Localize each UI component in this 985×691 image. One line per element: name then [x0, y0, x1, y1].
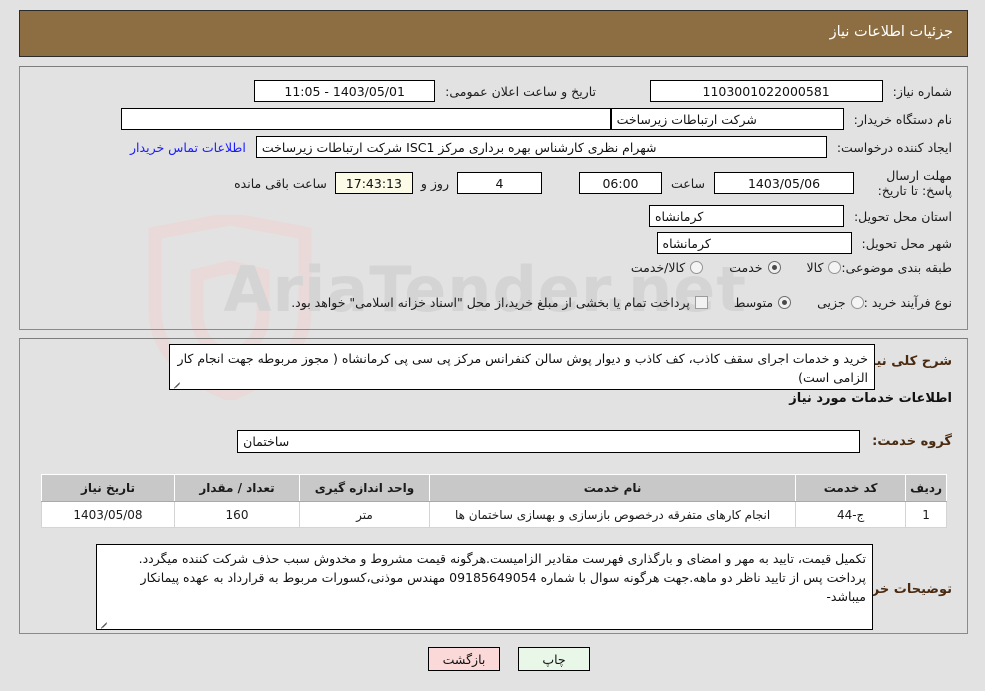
- general-desc-textarea[interactable]: خرید و خدمات اجرای سقف کاذب، کف کاذب و د…: [169, 344, 875, 390]
- th-unit: واحد اندازه گیری: [299, 474, 430, 502]
- cell-need-date: 1403/05/08: [41, 501, 175, 528]
- province-value: کرمانشاه: [648, 205, 844, 227]
- th-qty: تعداد / مقدار: [174, 474, 300, 502]
- category-option-kala-khedmat[interactable]: کالا/خدمت: [630, 260, 704, 275]
- th-service-code: کد خدمت: [795, 474, 907, 502]
- province-label: استان محل تحویل:: [853, 208, 952, 224]
- process-radio-motevaset[interactable]: [778, 296, 792, 309]
- deadline-date: 1403/05/06: [714, 172, 854, 194]
- treasury-checkbox-group[interactable]: پرداخت تمام یا بخشی از مبلغ خرید،از محل …: [291, 295, 708, 310]
- print-button[interactable]: چاپ: [518, 647, 590, 671]
- process-type-label: نوع فرآیند خرید :: [863, 295, 952, 310]
- cell-service-code: ج-44: [795, 501, 907, 528]
- th-row-no: ردیف: [905, 474, 947, 502]
- treasury-checkbox[interactable]: [694, 296, 708, 309]
- row-service-group: گروه خدمت: ساختمان: [237, 430, 952, 453]
- process-option-jozi[interactable]: جزیی: [817, 295, 864, 310]
- requester-label: ایجاد کننده درخواست:: [836, 139, 952, 155]
- row-city: شهر محل تحویل: کرمانشاه: [656, 232, 952, 254]
- deadline-days-label: روز و: [420, 175, 449, 191]
- services-heading: اطلاعات خدمات مورد نیاز: [789, 391, 952, 406]
- row-category: طبقه بندی موضوعی: کالا خدمت کالا/خدمت: [605, 260, 952, 275]
- category-radio-kala-khedmat[interactable]: [690, 261, 704, 274]
- resize-grip-icon[interactable]: [172, 378, 182, 388]
- deadline-remaining-label: ساعت باقی مانده: [234, 175, 327, 191]
- category-radio-kala[interactable]: [828, 261, 842, 274]
- services-table-wrap: ردیف کد خدمت نام خدمت واحد اندازه گیری ت…: [41, 474, 947, 528]
- process-option-jozi-label: جزیی: [817, 295, 846, 310]
- service-group-label: گروه خدمت:: [872, 434, 952, 449]
- requester-value: شهرام نظری کارشناس بهره برداری مرکز ISC1…: [255, 136, 827, 158]
- row-process-type: نوع فرآیند خرید : جزیی متوسط پرداخت تمام…: [285, 295, 952, 310]
- deadline-time-label: ساعت: [670, 175, 705, 191]
- cell-qty: 160: [174, 501, 300, 528]
- public-announce-value: 1403/05/01 - 11:05: [254, 80, 436, 102]
- buyer-org-label: نام دستگاه خریدار:: [853, 111, 952, 127]
- category-option-kala[interactable]: کالا: [807, 260, 842, 275]
- row-requester: ایجاد کننده درخواست: شهرام نظری کارشناس …: [130, 136, 952, 158]
- row-buyer-org: نام دستگاه خریدار: شرکت ارتباطات زیرساخت: [120, 108, 952, 130]
- summary-panel: [19, 66, 968, 330]
- cell-unit: متر: [299, 501, 430, 528]
- row-deadline: مهلت ارسال پاسخ: تا تاریخ: 1403/05/06 سا…: [234, 168, 952, 198]
- public-announce-label: تاریخ و ساعت اعلان عمومی:: [445, 83, 596, 99]
- row-province: استان محل تحویل: کرمانشاه: [648, 205, 952, 227]
- th-service-name: نام خدمت: [428, 474, 797, 502]
- buyer-contact-link[interactable]: اطلاعات تماس خریدار: [130, 140, 246, 155]
- process-radio-jozi[interactable]: [850, 296, 864, 309]
- treasury-note-label: پرداخت تمام یا بخشی از مبلغ خرید،از محل …: [291, 295, 690, 310]
- deadline-label: مهلت ارسال پاسخ: تا تاریخ:: [877, 168, 952, 198]
- resize-grip-icon-notes[interactable]: [99, 618, 109, 628]
- th-need-date: تاریخ نیاز: [41, 474, 175, 502]
- row-need-number: شماره نیاز: 1103001022000581: [649, 80, 952, 102]
- deadline-days: 4: [456, 172, 542, 194]
- table-header-row: ردیف کد خدمت نام خدمت واحد اندازه گیری ت…: [41, 474, 947, 502]
- service-group-value: ساختمان: [237, 430, 861, 453]
- category-option-khedmat-label: خدمت: [729, 260, 763, 275]
- titlebar: جزئیات اطلاعات نیاز: [19, 10, 968, 57]
- buyer-notes-value: تکمیل قیمت، تایید به مهر و امضای و بارگذ…: [138, 551, 866, 604]
- city-label: شهر محل تحویل:: [861, 235, 952, 251]
- need-number-label: شماره نیاز:: [892, 83, 952, 99]
- table-row: 1 ج-44 انجام کارهای متفرقه درخصوص بازساز…: [41, 501, 947, 528]
- category-option-kala-label: کالا: [806, 260, 824, 275]
- deadline-time: 06:00: [578, 172, 662, 194]
- page-title: جزئیات اطلاعات نیاز: [829, 24, 953, 40]
- cell-service-name: انجام کارهای متفرقه درخصوص بازسازی و بهس…: [428, 501, 797, 528]
- general-desc-value: خرید و خدمات اجرای سقف کاذب، کف کاذب و د…: [177, 351, 868, 385]
- category-option-kala-khedmat-label: کالا/خدمت: [630, 260, 686, 275]
- deadline-countdown: 17:43:13: [334, 172, 413, 194]
- buyer-org-value: شرکت ارتباطات زیرساخت: [610, 108, 844, 130]
- row-public-announce: تاریخ و ساعت اعلان عمومی: 1403/05/01 - 1…: [254, 80, 596, 102]
- need-number-value: 1103001022000581: [649, 80, 883, 102]
- back-button[interactable]: بازگشت: [428, 647, 500, 671]
- city-value: کرمانشاه: [656, 232, 852, 254]
- category-label: طبقه بندی موضوعی:: [841, 260, 952, 275]
- buyer-notes-textarea[interactable]: تکمیل قیمت، تایید به مهر و امضای و بارگذ…: [96, 544, 873, 630]
- category-radio-khedmat[interactable]: [767, 261, 781, 274]
- process-option-motevaset-label: متوسط: [733, 295, 774, 310]
- services-table: ردیف کد خدمت نام خدمت واحد اندازه گیری ت…: [41, 474, 947, 528]
- category-option-khedmat[interactable]: خدمت: [729, 260, 781, 275]
- page-root: AriaTender.net جزئیات اطلاعات نیاز شماره…: [0, 0, 985, 691]
- process-option-motevaset[interactable]: متوسط: [733, 295, 792, 310]
- cell-row-no: 1: [905, 501, 947, 528]
- buyer-org-extra-field: [120, 108, 611, 130]
